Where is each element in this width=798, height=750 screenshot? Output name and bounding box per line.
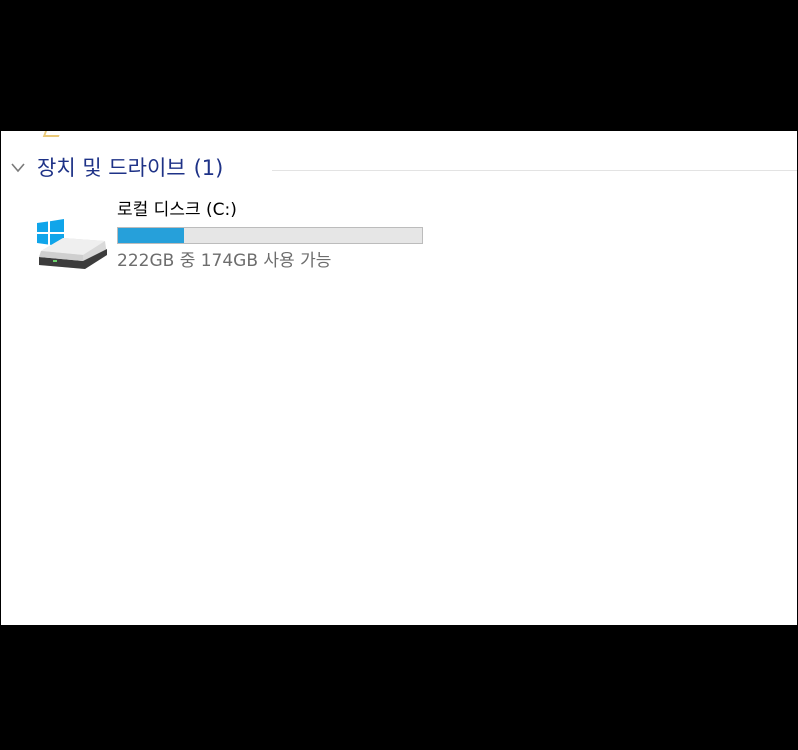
group-title-text: 장치 및 드라이브 [37, 156, 186, 180]
drive-tile-c[interactable]: 로컬 디스크 (C:) 222GB 중 174GB 사용 가능 [31, 195, 431, 279]
group-count: (1) [193, 156, 224, 180]
capacity-bar-fill [118, 228, 184, 243]
letterbox-top [0, 0, 798, 131]
chevron-down-icon[interactable] [11, 162, 25, 174]
capacity-bar [117, 227, 423, 244]
drive-name: 로컬 디스크 (C:) [117, 200, 237, 220]
folder-icon [42, 131, 64, 137]
windows-drive-icon [37, 219, 107, 269]
group-title: 장치 및 드라이브 (1) [37, 155, 223, 181]
group-divider [272, 170, 797, 171]
letterbox-bottom [0, 625, 798, 750]
explorer-content-pane: 장치 및 드라이브 (1) 로컬 디스크 (C:) 222GB 중 174GB 사… [1, 131, 797, 625]
drive-free-space: 222GB 중 174GB 사용 가능 [117, 251, 332, 271]
group-header-devices-drives[interactable]: 장치 및 드라이브 (1) [1, 153, 797, 183]
